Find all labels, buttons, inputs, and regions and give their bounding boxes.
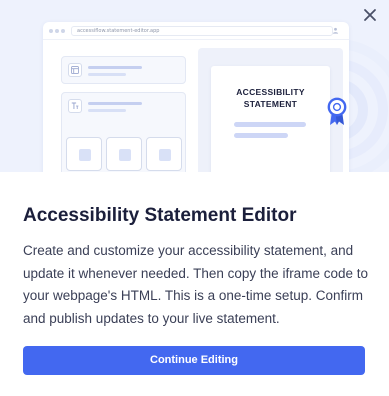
doc-title-line: STATEMENT: [243, 99, 298, 109]
dialog-title: Accessibility Statement Editor: [23, 205, 297, 226]
browser-toolbar: accessiflow.statement-editor.app: [43, 22, 349, 40]
continue-editing-button[interactable]: Continue Editing: [23, 346, 365, 375]
layout-panel: [61, 56, 186, 84]
award-ribbon-icon: [327, 97, 347, 125]
text-panel: [61, 92, 186, 172]
dialog-description: Create and customize your accessibility …: [23, 243, 368, 326]
placeholder-line: [88, 73, 126, 76]
statement-document-title: ACCESSIBILITY STATEMENT: [211, 86, 330, 110]
statement-editor-dialog: accessiflow.statement-editor.app ACCESSI…: [0, 0, 389, 396]
window-dot: [61, 29, 65, 33]
statement-preview-area: ACCESSIBILITY STATEMENT: [198, 48, 343, 172]
placeholder-line: [88, 109, 126, 112]
doc-title-line: ACCESSIBILITY: [236, 87, 305, 97]
window-dot: [55, 29, 59, 33]
url-bar: accessiflow.statement-editor.app: [71, 26, 333, 36]
hero-illustration: accessiflow.statement-editor.app ACCESSI…: [0, 0, 389, 172]
layout-icon: [68, 63, 82, 77]
close-icon: [364, 9, 376, 21]
placeholder-line: [88, 66, 142, 69]
option-tile: [146, 137, 182, 171]
browser-mockup: accessiflow.statement-editor.app ACCESSI…: [43, 22, 349, 172]
option-tile: [66, 137, 102, 171]
placeholder-line: [234, 122, 306, 127]
placeholder-line: [234, 133, 288, 138]
user-icon: [332, 27, 339, 34]
placeholder-line: [88, 102, 142, 105]
option-tile: [106, 137, 142, 171]
text-format-icon: [68, 99, 82, 113]
close-button[interactable]: [359, 4, 381, 26]
statement-document: ACCESSIBILITY STATEMENT: [211, 66, 330, 172]
window-dot: [49, 29, 53, 33]
